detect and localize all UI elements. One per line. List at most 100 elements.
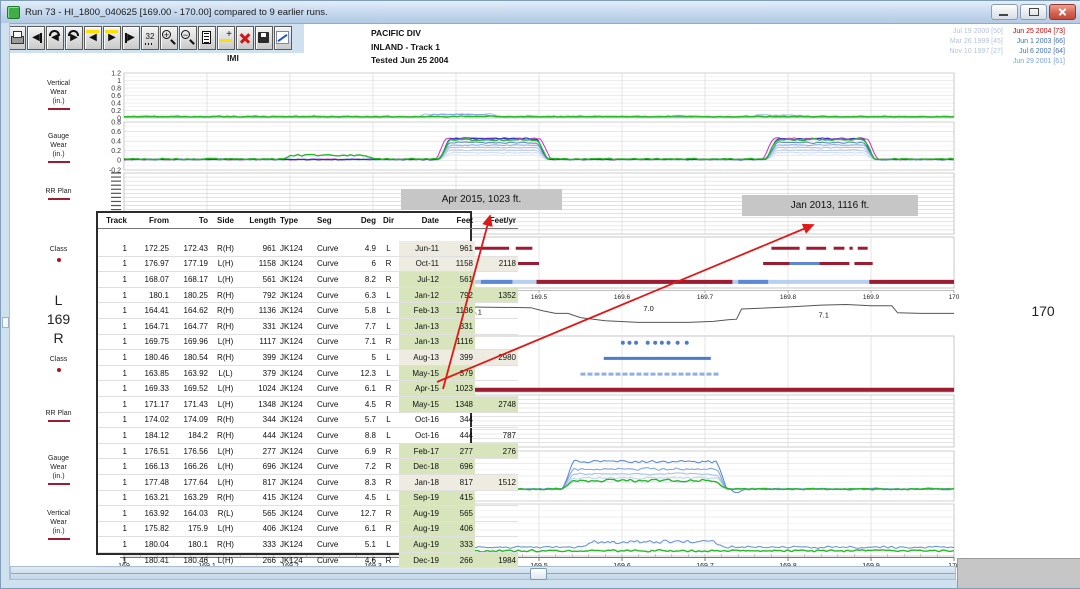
step-last-button[interactable]: ▶ — [122, 26, 140, 50]
cell: 174.09 — [171, 412, 210, 428]
cell: Oct-16 — [399, 428, 441, 444]
cell: 7.7 — [351, 318, 378, 334]
left-splitter[interactable] — [1, 23, 10, 588]
cell: Aug-19 — [399, 521, 441, 537]
red-underline-icon — [48, 420, 70, 422]
add-marker-button[interactable]: + — [217, 26, 235, 50]
cell: R(H) — [210, 537, 241, 553]
table-row[interactable]: 1164.41164.62R(H)1136JK124Curve5.8LFeb-1… — [98, 303, 518, 319]
cell: 266 — [241, 552, 278, 568]
cell: L — [378, 350, 399, 366]
maximize-button[interactable] — [1020, 4, 1047, 20]
scrollbar-thumb[interactable] — [530, 568, 547, 580]
table-row[interactable]: 1168.07168.17L(H)561JK124Curve8.2RJul-12… — [98, 272, 518, 288]
cell: R — [378, 396, 399, 412]
cell: JK124 — [278, 459, 315, 475]
curve-data-table[interactable]: TrackFromToSideLengthTypeSegDegDirDateFe… — [96, 211, 472, 555]
report-header: PACIFIC DIV INLAND - Track 1 Tested Jun … — [371, 27, 448, 68]
cell: 1 — [98, 474, 129, 490]
close-button[interactable] — [1049, 4, 1076, 20]
table-row[interactable]: 1180.46180.54R(H)399JK124Curve5LAug-1339… — [98, 350, 518, 366]
cell: L(H) — [210, 552, 241, 568]
cell: R — [378, 334, 399, 350]
cell: L(H) — [210, 272, 241, 288]
row-label-text: RR Plan — [21, 409, 96, 418]
cell: Curve — [315, 287, 351, 303]
table-row[interactable]: 1174.02174.09R(H)344JK124Curve5.7LOct-16… — [98, 412, 518, 428]
table-row[interactable]: 1175.82175.9L(H)406JK124Curve6.1RAug-194… — [98, 521, 518, 537]
zoom-out-button[interactable]: − — [179, 26, 197, 50]
track-label: INLAND - Track 1 — [371, 41, 448, 55]
cell: 166.13 — [129, 459, 171, 475]
svg-text:-0.2: -0.2 — [109, 167, 121, 174]
table-row[interactable]: 1176.51176.56L(H)277JK124Curve6.9RFeb-17… — [98, 443, 518, 459]
row-label-text: Class — [21, 355, 96, 364]
table-row[interactable]: 1180.41180.46L(H)266JK124Curve4.6RDec-19… — [98, 552, 518, 568]
cell: L — [378, 365, 399, 381]
cell: L(L) — [210, 365, 241, 381]
cell: L(H) — [210, 443, 241, 459]
column-header-seg[interactable]: Seg — [315, 213, 351, 229]
table-row[interactable]: 1166.13166.26L(H)696JK124Curve7.2RDec-18… — [98, 459, 518, 475]
table-row[interactable]: 1163.92164.03R(L)565JK124Curve12.7RAug-1… — [98, 506, 518, 522]
delete-button[interactable] — [236, 26, 254, 50]
next-mile-label: 170 — [1013, 303, 1073, 319]
column-header-from[interactable]: From — [129, 213, 171, 229]
cell: JK124 — [278, 256, 315, 272]
table-row[interactable]: 1172.25172.43R(H)961JK124Curve4.9LJun-11… — [98, 241, 518, 256]
cell: 4.9 — [351, 241, 378, 256]
legend-recent-runs: Jun 25 2004 [73]Jun 1 2003 [66]Jul 6 200… — [1013, 27, 1065, 67]
spacer-row — [98, 229, 518, 242]
next-exception-button[interactable]: ▶ — [103, 26, 121, 50]
app-icon — [7, 6, 20, 19]
table-row[interactable]: 1163.21163.29R(H)415JK124Curve4.5LSep-19… — [98, 490, 518, 506]
cell: R — [378, 443, 399, 459]
cell: 180.54 — [171, 350, 210, 366]
minimize-button[interactable] — [991, 4, 1018, 20]
cell: 180.46 — [129, 350, 171, 366]
column-header-type[interactable]: Type — [278, 213, 315, 229]
cell: L — [378, 428, 399, 444]
table-row[interactable]: 1164.71164.77R(H)331JK124Curve7.7LJan-13… — [98, 318, 518, 334]
ruler-button[interactable] — [198, 26, 216, 50]
table-row[interactable]: 1169.75169.96L(H)1117JK124Curve7.1RJan-1… — [98, 334, 518, 350]
cell: 1352 — [475, 287, 518, 303]
scale-32-button[interactable]: 32 — [141, 26, 159, 50]
cell: R(H) — [210, 412, 241, 428]
column-header-track[interactable]: Track — [98, 213, 129, 229]
column-header-length[interactable]: Length — [241, 213, 278, 229]
column-header-side[interactable]: Side — [210, 213, 241, 229]
table-row[interactable]: 1180.04180.1R(H)333JK124Curve5.1LAug-193… — [98, 537, 518, 553]
column-header-to[interactable]: To — [171, 213, 210, 229]
row-label-text: (in.) — [21, 150, 96, 159]
save-button[interactable] — [255, 26, 273, 50]
column-header-feet[interactable]: Feet — [441, 213, 475, 229]
cell: May-15 — [399, 365, 441, 381]
cell: 175.9 — [171, 521, 210, 537]
cell: 379 — [441, 365, 475, 381]
column-header-dir[interactable]: Dir — [378, 213, 399, 229]
table-row[interactable]: 1180.1180.25R(H)792JK124Curve6.3LJan-127… — [98, 287, 518, 303]
cell — [475, 272, 518, 288]
zoom-in-button[interactable]: + — [160, 26, 178, 50]
cell: 6.9 — [351, 443, 378, 459]
column-header-feet-yr[interactable]: Feet/yr — [475, 213, 518, 229]
cell: 961 — [441, 241, 475, 256]
table-row[interactable]: 1184.12184.2R(H)444JK124Curve8.8LOct-164… — [98, 428, 518, 444]
table-row[interactable]: 1163.85163.92L(L)379JK124Curve12.3LMay-1… — [98, 365, 518, 381]
cell: 1024 — [241, 381, 278, 397]
svg-text:169.8: 169.8 — [780, 294, 797, 301]
splitter-grip-icon[interactable] — [2, 317, 9, 328]
curve-table-header: TrackFromToSideLengthTypeSegDegDirDateFe… — [98, 213, 518, 229]
column-header-date[interactable]: Date — [399, 213, 441, 229]
cell: Curve — [315, 552, 351, 568]
table-row[interactable]: 1176.97177.19L(H)1158JK124Curve6ROct-111… — [98, 256, 518, 272]
cell: L(H) — [210, 474, 241, 490]
table-row[interactable]: 1171.17171.43L(H)1348JK124Curve4.5RMay-1… — [98, 396, 518, 412]
cell: 8.2 — [351, 272, 378, 288]
column-header-deg[interactable]: Deg — [351, 213, 378, 229]
trend-button[interactable] — [274, 26, 292, 50]
table-row[interactable]: 1169.33169.52L(H)1024JK124Curve6.1RApr-1… — [98, 381, 518, 397]
table-row[interactable]: 1177.48177.64L(H)817JK124Curve8.3RJan-18… — [98, 474, 518, 490]
red-underline-icon — [48, 108, 70, 110]
